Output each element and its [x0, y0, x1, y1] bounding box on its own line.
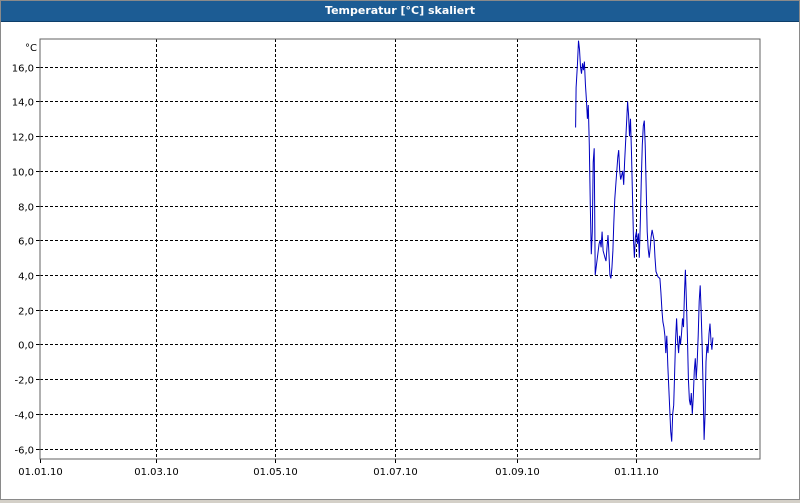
y-tick-label: -6,0 [14, 446, 34, 457]
y-tick-label: 8,0 [18, 203, 34, 214]
y-tick-label: 4,0 [18, 272, 34, 283]
y-tick-label: 16,0 [12, 64, 34, 75]
chart-window: Temperatur [°C] skaliert 16,0 14,0 12,0 10,… [0, 0, 800, 500]
y-tick-label: 14,0 [12, 98, 34, 109]
y-tick-label: -4,0 [14, 411, 34, 422]
x-tick-label: 01.01.10 [18, 467, 63, 478]
x-axis: 01.01.10 01.03.10 01.05.10 01.07.10 01.09.10… [18, 459, 659, 478]
x-tick-label: 01.11.10 [614, 467, 659, 478]
window-title: Temperatur [°C] skaliert [1, 1, 799, 22]
x-tick-label: 01.03.10 [134, 467, 179, 478]
y-tick-label: 6,0 [18, 237, 34, 248]
x-tick-label: 01.09.10 [495, 467, 540, 478]
grid [40, 39, 760, 459]
x-tick-label: 01.05.10 [253, 467, 298, 478]
y-axis: 16,0 14,0 12,0 10,0 8,0 6,0 4,0 2,0 0,0 -2,0 -4,0 -… [12, 64, 40, 457]
series [575, 40, 714, 442]
x-tick-label: 01.07.10 [373, 467, 418, 478]
y-tick-label: 0,0 [18, 341, 34, 352]
y-tick-label: -2,0 [14, 376, 34, 387]
y-tick-label: 12,0 [12, 133, 34, 144]
chart-area: 16,0 14,0 12,0 10,0 8,0 6,0 4,0 2,0 0,0 -2,0 -4,0 -… [1, 22, 799, 499]
y-tick-label: 10,0 [12, 168, 34, 179]
temperature-chart: 16,0 14,0 12,0 10,0 8,0 6,0 4,0 2,0 0,0 -2,0 -4,0 -… [12, 38, 761, 478]
temperature-series-line [575, 40, 714, 442]
y-axis-unit-label: °C [25, 43, 37, 54]
y-tick-label: 2,0 [18, 307, 34, 318]
